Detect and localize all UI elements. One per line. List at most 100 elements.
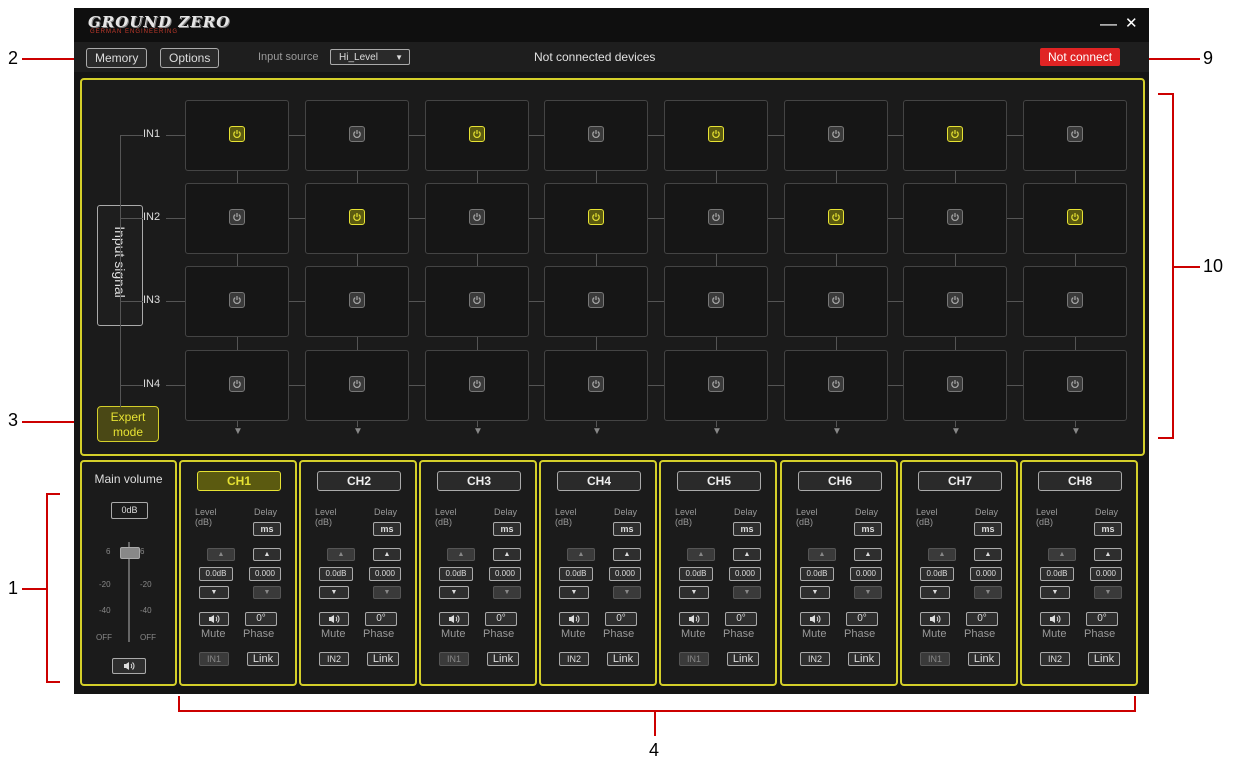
- input-assign-button[interactable]: IN1: [199, 652, 229, 666]
- route-toggle-button[interactable]: [828, 292, 844, 308]
- delay-unit-button[interactable]: ms: [493, 522, 521, 536]
- route-toggle-button[interactable]: [588, 209, 604, 225]
- delay-down-button[interactable]: ▼: [854, 586, 882, 599]
- delay-down-button[interactable]: ▼: [1094, 586, 1122, 599]
- delay-up-button[interactable]: ▲: [974, 548, 1002, 561]
- route-toggle-button[interactable]: [588, 126, 604, 142]
- mute-button[interactable]: [800, 612, 830, 626]
- route-toggle-button[interactable]: [1067, 209, 1083, 225]
- delay-unit-button[interactable]: ms: [854, 522, 882, 536]
- link-button[interactable]: Link: [607, 652, 639, 666]
- channel-select-button[interactable]: CH5: [677, 471, 761, 491]
- channel-select-button[interactable]: CH4: [557, 471, 641, 491]
- level-up-button[interactable]: ▲: [808, 548, 836, 561]
- route-toggle-button[interactable]: [349, 292, 365, 308]
- level-down-button[interactable]: ▼: [1040, 586, 1070, 599]
- level-down-button[interactable]: ▼: [920, 586, 950, 599]
- delay-down-button[interactable]: ▼: [373, 586, 401, 599]
- level-up-button[interactable]: ▲: [567, 548, 595, 561]
- input-assign-button[interactable]: IN1: [439, 652, 469, 666]
- link-button[interactable]: Link: [487, 652, 519, 666]
- options-button[interactable]: Options: [160, 48, 220, 68]
- input-source-select[interactable]: Hi_Level ▼: [330, 49, 410, 65]
- channel-select-button[interactable]: CH1: [197, 471, 281, 491]
- route-toggle-button[interactable]: [469, 376, 485, 392]
- route-toggle-button[interactable]: [229, 126, 245, 142]
- route-toggle-button[interactable]: [947, 209, 963, 225]
- route-toggle-button[interactable]: [947, 292, 963, 308]
- level-down-button[interactable]: ▼: [199, 586, 229, 599]
- delay-unit-button[interactable]: ms: [373, 522, 401, 536]
- expert-mode-button[interactable]: Expert mode: [97, 406, 159, 442]
- route-toggle-button[interactable]: [1067, 292, 1083, 308]
- level-up-button[interactable]: ▲: [447, 548, 475, 561]
- route-toggle-button[interactable]: [708, 209, 724, 225]
- route-toggle-button[interactable]: [349, 376, 365, 392]
- link-button[interactable]: Link: [247, 652, 279, 666]
- phase-button[interactable]: 0°: [245, 612, 277, 626]
- level-down-button[interactable]: ▼: [319, 586, 349, 599]
- minimize-button[interactable]: —: [1100, 14, 1117, 34]
- delay-up-button[interactable]: ▲: [493, 548, 521, 561]
- input-assign-button[interactable]: IN2: [559, 652, 589, 666]
- mute-button[interactable]: [1040, 612, 1070, 626]
- delay-down-button[interactable]: ▼: [613, 586, 641, 599]
- memory-button[interactable]: Memory: [86, 48, 148, 68]
- link-button[interactable]: Link: [848, 652, 880, 666]
- route-toggle-button[interactable]: [947, 126, 963, 142]
- route-toggle-button[interactable]: [349, 126, 365, 142]
- phase-button[interactable]: 0°: [365, 612, 397, 626]
- delay-up-button[interactable]: ▲: [253, 548, 281, 561]
- route-toggle-button[interactable]: [947, 376, 963, 392]
- channel-select-button[interactable]: CH8: [1038, 471, 1122, 491]
- route-toggle-button[interactable]: [1067, 376, 1083, 392]
- mute-button[interactable]: [559, 612, 589, 626]
- close-button[interactable]: ✕: [1125, 14, 1138, 34]
- delay-unit-button[interactable]: ms: [253, 522, 281, 536]
- phase-button[interactable]: 0°: [966, 612, 998, 626]
- level-up-button[interactable]: ▲: [928, 548, 956, 561]
- delay-unit-button[interactable]: ms: [1094, 522, 1122, 536]
- link-button[interactable]: Link: [1088, 652, 1120, 666]
- route-toggle-button[interactable]: [229, 292, 245, 308]
- delay-down-button[interactable]: ▼: [253, 586, 281, 599]
- channel-select-button[interactable]: CH2: [317, 471, 401, 491]
- main-volume-mute-button[interactable]: [112, 658, 146, 674]
- input-assign-button[interactable]: IN1: [679, 652, 709, 666]
- delay-unit-button[interactable]: ms: [974, 522, 1002, 536]
- route-toggle-button[interactable]: [708, 126, 724, 142]
- level-down-button[interactable]: ▼: [559, 586, 589, 599]
- mute-button[interactable]: [679, 612, 709, 626]
- link-button[interactable]: Link: [968, 652, 1000, 666]
- channel-select-button[interactable]: CH6: [798, 471, 882, 491]
- input-assign-button[interactable]: IN2: [319, 652, 349, 666]
- link-button[interactable]: Link: [727, 652, 759, 666]
- phase-button[interactable]: 0°: [605, 612, 637, 626]
- delay-up-button[interactable]: ▲: [733, 548, 761, 561]
- channel-select-button[interactable]: CH3: [437, 471, 521, 491]
- phase-button[interactable]: 0°: [846, 612, 878, 626]
- channel-select-button[interactable]: CH7: [918, 471, 1002, 491]
- mute-button[interactable]: [199, 612, 229, 626]
- link-button[interactable]: Link: [367, 652, 399, 666]
- route-toggle-button[interactable]: [1067, 126, 1083, 142]
- phase-button[interactable]: 0°: [1086, 612, 1118, 626]
- delay-up-button[interactable]: ▲: [613, 548, 641, 561]
- route-toggle-button[interactable]: [828, 376, 844, 392]
- route-toggle-button[interactable]: [828, 209, 844, 225]
- level-up-button[interactable]: ▲: [207, 548, 235, 561]
- delay-down-button[interactable]: ▼: [974, 586, 1002, 599]
- mute-button[interactable]: [920, 612, 950, 626]
- route-toggle-button[interactable]: [469, 292, 485, 308]
- not-connect-button[interactable]: Not connect: [1040, 48, 1121, 66]
- route-toggle-button[interactable]: [588, 376, 604, 392]
- level-up-button[interactable]: ▲: [1048, 548, 1076, 561]
- level-down-button[interactable]: ▼: [800, 586, 830, 599]
- mute-button[interactable]: [439, 612, 469, 626]
- level-down-button[interactable]: ▼: [439, 586, 469, 599]
- route-toggle-button[interactable]: [708, 376, 724, 392]
- route-toggle-button[interactable]: [229, 209, 245, 225]
- route-toggle-button[interactable]: [349, 209, 365, 225]
- delay-up-button[interactable]: ▲: [373, 548, 401, 561]
- delay-unit-button[interactable]: ms: [733, 522, 761, 536]
